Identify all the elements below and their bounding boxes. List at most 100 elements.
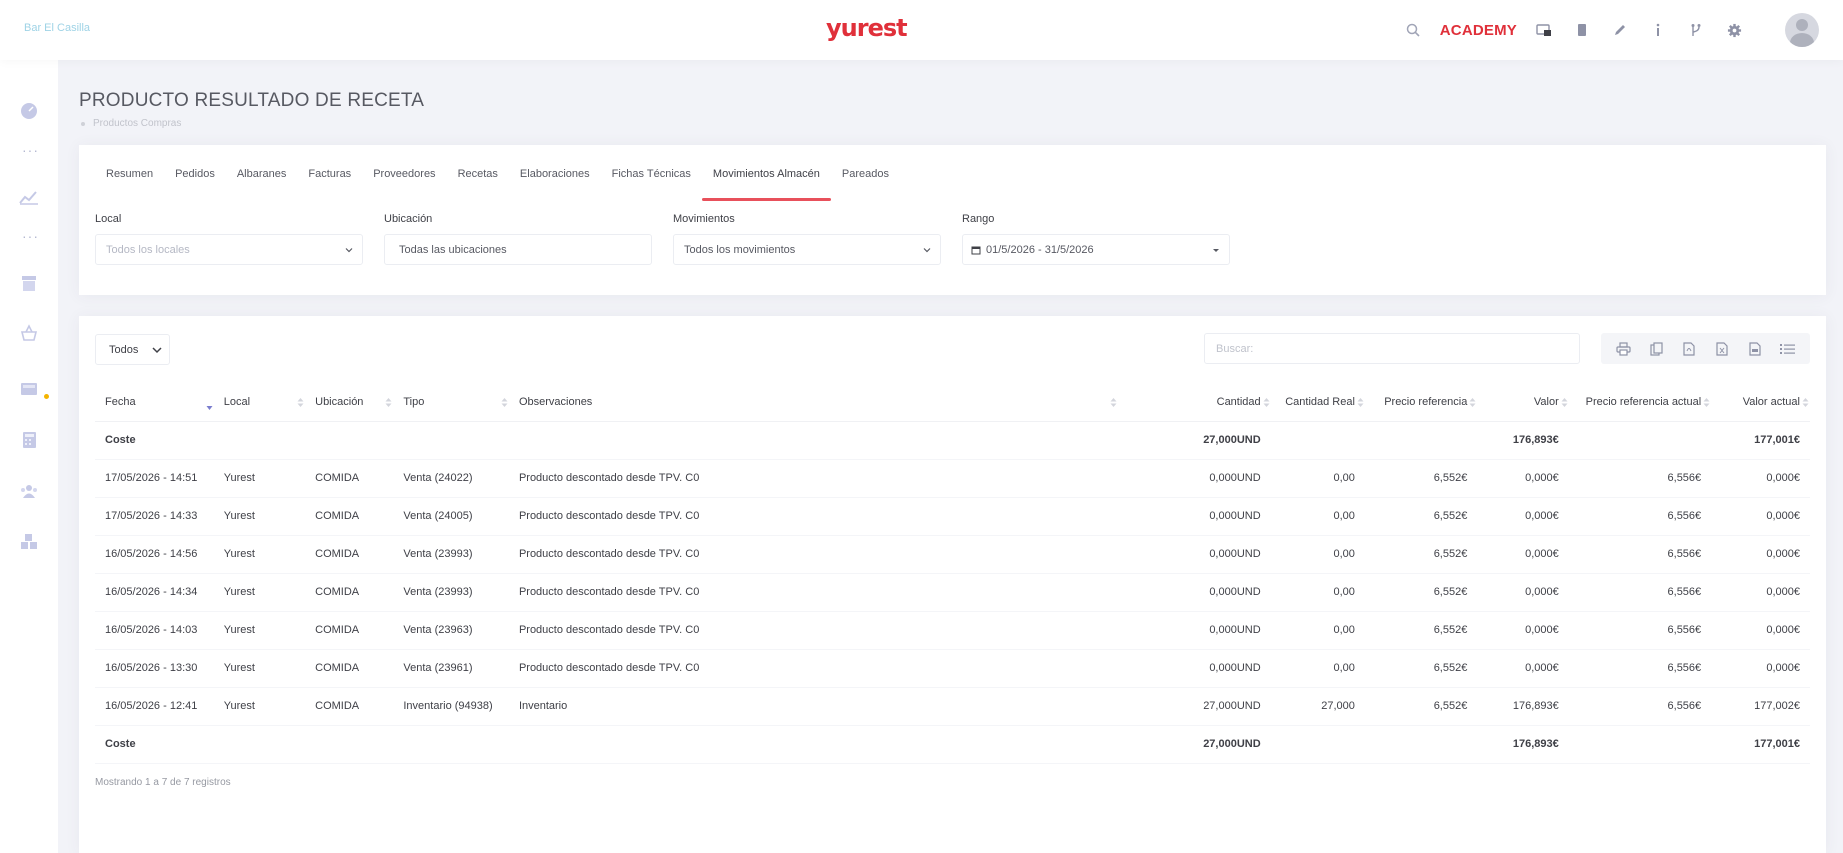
table-cell: 27,000UND (1118, 421, 1271, 460)
table-cell: 16/05/2026 - 12:41 (95, 687, 214, 726)
table-cell: 0,000€ (1477, 459, 1569, 498)
book-icon[interactable] (1571, 19, 1593, 41)
academy-link[interactable]: ACADEMY (1440, 22, 1517, 39)
basket-icon[interactable] (18, 322, 40, 344)
pdf-icon[interactable] (1681, 341, 1697, 357)
copy-icon[interactable] (1648, 341, 1664, 357)
table-cell: 6,556€ (1568, 649, 1712, 688)
search-icon[interactable] (1402, 19, 1424, 41)
ubicacion-select[interactable]: Todas las ubicaciones (384, 234, 652, 265)
table-cell: Coste (95, 421, 214, 460)
users-icon[interactable] (18, 480, 40, 502)
caret-down-icon (1213, 249, 1219, 252)
table-cell: Yurest (213, 649, 306, 688)
gear-icon[interactable] (1723, 19, 1745, 41)
table-cell: 0,000€ (1477, 649, 1569, 688)
table-cell: Venta (24022) (393, 459, 509, 498)
sort-icon (385, 398, 392, 407)
support-icon[interactable] (1533, 19, 1555, 41)
cash-register-icon[interactable] (18, 377, 40, 399)
table-row[interactable]: 16/05/2026 - 14:56 Yurest COMIDA Venta (… (95, 535, 1810, 574)
rango-label: Rango (962, 213, 995, 225)
pencil-icon[interactable] (1609, 19, 1631, 41)
column-local[interactable]: Local (213, 384, 306, 422)
tab-proveedores[interactable]: Proveedores (362, 145, 446, 195)
table-cell: 0,000€ (1477, 573, 1569, 612)
page-length-value: Todos (109, 343, 139, 356)
table-cell (1270, 421, 1365, 460)
column-ubicacion[interactable]: Ubicación (305, 384, 394, 422)
print-icon[interactable] (1615, 341, 1631, 357)
table-search-input[interactable]: Buscar: (1204, 333, 1580, 364)
column-precio-referencia[interactable]: Precio referencia (1364, 384, 1478, 422)
table-cell: Producto descontado desde TPV. C0 (508, 649, 1119, 688)
dashboard-icon[interactable] (18, 100, 40, 122)
columns-icon[interactable] (1780, 341, 1796, 357)
info-icon[interactable] (1647, 19, 1669, 41)
tab-pedidos[interactable]: Pedidos (164, 145, 226, 195)
avatar-icon[interactable] (1785, 13, 1819, 47)
breadcrumb-bullet (81, 121, 85, 126)
table-cell: Producto descontado desde TPV. C0 (508, 497, 1119, 536)
column-precio-referencia-actual[interactable]: Precio referencia actual (1568, 384, 1712, 422)
filters: Local Todos los locales Ubicación Todas … (95, 213, 1251, 265)
table-cell: 0,00 (1270, 535, 1365, 574)
column-fecha[interactable]: Fecha (95, 384, 214, 422)
dots-icon: ··· (22, 142, 39, 158)
table-card: Todos Buscar: Fecha Local Ubicación Tipo… (79, 316, 1826, 853)
total-row-bottom: Coste 27,000UND 176,893€ 177,001€ (95, 725, 1810, 764)
table-cell: Inventario (94938) (393, 687, 509, 726)
csv-icon[interactable] (1747, 341, 1763, 357)
tab-movimientos-almacen[interactable]: Movimientos Almacén (701, 145, 831, 201)
chart-icon[interactable] (18, 186, 40, 208)
filter-ubicacion: Ubicación Todas las ubicaciones (384, 213, 652, 265)
store-icon[interactable] (18, 272, 40, 294)
table-cell: 0,000UND (1118, 459, 1271, 498)
tab-facturas[interactable]: Facturas (297, 145, 362, 195)
table-row[interactable]: 16/05/2026 - 14:03 Yurest COMIDA Venta (… (95, 611, 1810, 650)
tab-resumen[interactable]: Resumen (95, 145, 164, 195)
excel-icon[interactable] (1714, 341, 1730, 357)
movimientos-label: Movimientos (673, 213, 735, 225)
breadcrumb-link[interactable]: Productos Compras (93, 118, 181, 129)
filter-movimientos: Movimientos Todos los movimientos (673, 213, 941, 265)
calculator-icon[interactable] (18, 429, 40, 451)
table-row[interactable]: 17/05/2026 - 14:51 Yurest COMIDA Venta (… (95, 459, 1810, 498)
table-cell: 0,00 (1270, 573, 1365, 612)
rango-picker[interactable]: 01/5/2026 - 31/5/2026 (962, 234, 1230, 265)
table-row[interactable]: 16/05/2026 - 13:30 Yurest COMIDA Venta (… (95, 649, 1810, 688)
table-row[interactable]: 16/05/2026 - 12:41 Yurest COMIDA Inventa… (95, 687, 1810, 726)
table-cell: COMIDA (305, 687, 394, 726)
sort-icon (1263, 398, 1270, 407)
export-buttons (1601, 333, 1810, 364)
column-valor-actual[interactable]: Valor actual (1711, 384, 1810, 422)
rango-value: 01/5/2026 - 31/5/2026 (986, 243, 1094, 256)
top-icons: ACADEMY (1402, 0, 1843, 60)
table-cell: 0,000€ (1711, 535, 1810, 574)
yurest-logo[interactable]: yurest (826, 14, 908, 42)
tab-albaranes[interactable]: Albaranes (226, 145, 298, 195)
boxes-icon[interactable] (18, 531, 40, 553)
local-select[interactable]: Todos los locales (95, 234, 363, 265)
column-cantidad-real[interactable]: Cantidad Real (1270, 384, 1365, 422)
page-title: PRODUCTO RESULTADO DE RECETA (79, 90, 425, 111)
movimientos-select[interactable]: Todos los movimientos (673, 234, 941, 265)
branch-icon[interactable] (1685, 19, 1707, 41)
table-cell: 6,552€ (1364, 649, 1478, 688)
tab-pareados[interactable]: Pareados (831, 145, 900, 195)
table-cell: 17/05/2026 - 14:51 (95, 459, 214, 498)
table-cell: Yurest (213, 687, 306, 726)
brand-name[interactable]: Bar El Casilla (24, 22, 90, 34)
tab-recetas[interactable]: Recetas (447, 145, 509, 195)
tab-fichas-tecnicas[interactable]: Fichas Técnicas (601, 145, 702, 195)
column-cantidad[interactable]: Cantidad (1118, 384, 1271, 422)
page-length-select[interactable]: Todos (95, 334, 170, 365)
tab-elaboraciones[interactable]: Elaboraciones (509, 145, 601, 195)
sort-icon (1561, 398, 1568, 407)
column-valor[interactable]: Valor (1477, 384, 1569, 422)
column-observaciones[interactable]: Observaciones (508, 384, 1119, 422)
table-row[interactable]: 17/05/2026 - 14:33 Yurest COMIDA Venta (… (95, 497, 1810, 536)
column-tipo[interactable]: Tipo (393, 384, 509, 422)
table-cell: Venta (23961) (393, 649, 509, 688)
table-row[interactable]: 16/05/2026 - 14:34 Yurest COMIDA Venta (… (95, 573, 1810, 612)
